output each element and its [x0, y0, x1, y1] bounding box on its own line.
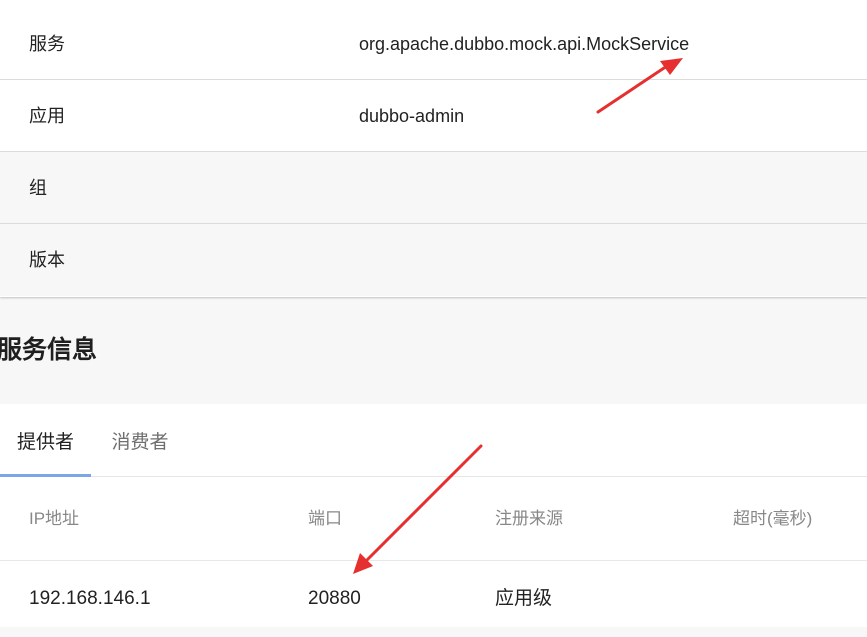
detail-row-group: 组: [0, 152, 867, 224]
detail-key-application: 应用: [29, 106, 65, 126]
detail-row-application: 应用 dubbo-admin: [0, 80, 867, 152]
section-title: 服务信息: [0, 336, 98, 364]
table-header: IP地址 端口 注册来源 超时(毫秒): [0, 477, 867, 561]
column-header-registry-source[interactable]: 注册来源: [495, 477, 563, 561]
tab-providers[interactable]: 提供者: [0, 404, 91, 477]
service-detail-card: 服务 org.apache.dubbo.mock.api.MockService…: [0, 0, 867, 297]
column-header-timeout[interactable]: 超时(毫秒): [733, 477, 812, 561]
tab-consumers[interactable]: 消费者: [91, 404, 189, 477]
column-header-ip[interactable]: IP地址: [29, 477, 79, 561]
cell-port: 20880: [308, 588, 361, 609]
detail-key-group: 组: [29, 178, 47, 198]
detail-value-application: dubbo-admin: [359, 106, 465, 126]
service-info-card: 提供者 消费者 IP地址 端口 注册来源 超时(毫秒) 192.168.146.…: [0, 404, 867, 627]
detail-key-service: 服务: [29, 34, 65, 54]
detail-row-version: 版本: [0, 224, 867, 296]
table-row: 192.168.146.1 20880 应用级: [0, 561, 867, 627]
detail-row-service: 服务 org.apache.dubbo.mock.api.MockService: [0, 8, 867, 80]
detail-key-version: 版本: [29, 250, 65, 270]
column-header-port[interactable]: 端口: [308, 477, 342, 561]
cell-registry-source: 应用级: [495, 588, 553, 609]
detail-value-service: org.apache.dubbo.mock.api.MockService: [359, 34, 690, 54]
tab-bar: 提供者 消费者: [0, 404, 867, 477]
cell-ip: 192.168.146.1: [29, 588, 151, 609]
